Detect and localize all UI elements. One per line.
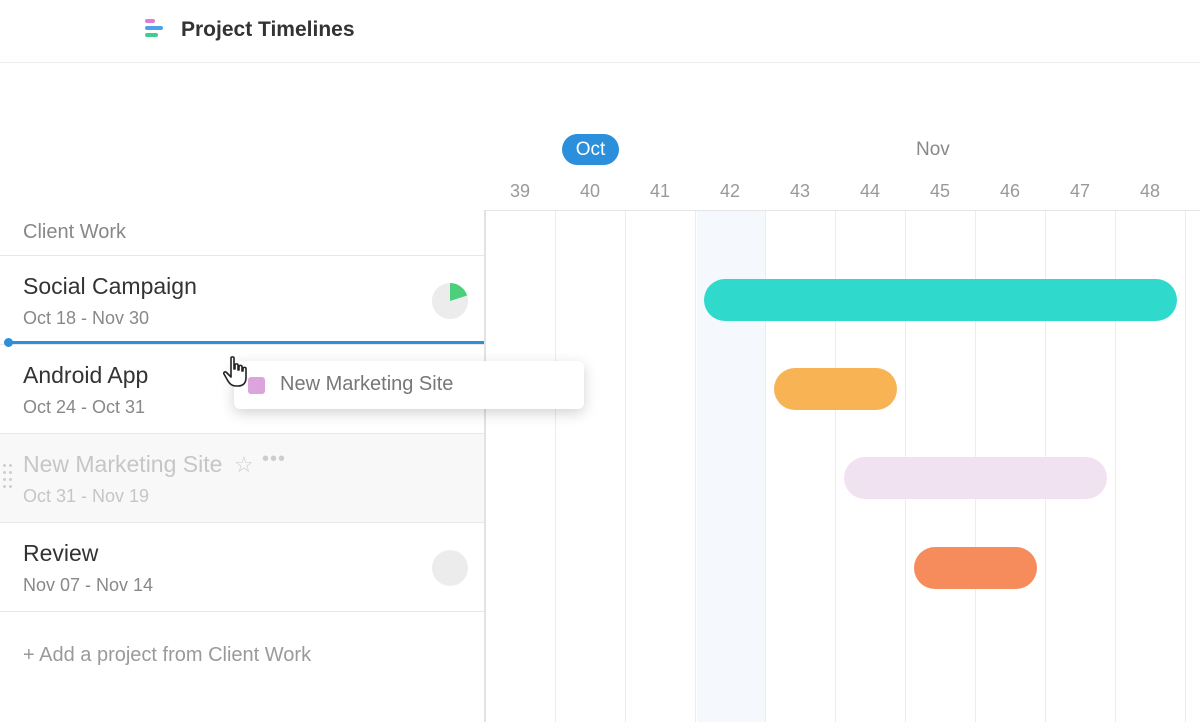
project-dates: Nov 07 - Nov 14 <box>23 575 154 595</box>
week-number: 40 <box>579 181 601 201</box>
group-title: Client Work <box>23 221 126 243</box>
page-title: Project Timelines <box>181 18 355 41</box>
drag-preview-label: New Marketing Site <box>280 373 454 395</box>
more-options-icon[interactable]: ••• <box>262 448 286 471</box>
week-number: 43 <box>789 181 811 201</box>
drop-indicator <box>8 341 484 344</box>
timeline-logo-icon <box>145 19 165 41</box>
project-row-review[interactable]: Review Nov 07 - Nov 14 <box>0 522 484 611</box>
timeline-bar-new-marketing-site[interactable] <box>844 457 1107 499</box>
star-icon[interactable]: ☆ <box>234 452 254 478</box>
project-dates: Oct 18 - Nov 30 <box>23 308 150 328</box>
progress-pie-icon <box>432 283 468 319</box>
project-dates: Oct 31 - Nov 19 <box>23 486 150 506</box>
drag-handle-icon[interactable] <box>3 464 13 488</box>
project-name: Social Campaign <box>23 273 197 299</box>
project-row-new-marketing-site[interactable]: New Marketing Site ☆ ••• Oct 31 - Nov 19 <box>0 433 484 522</box>
project-dates: Oct 24 - Oct 31 <box>23 397 146 417</box>
drag-preview-card[interactable]: New Marketing Site <box>234 361 584 409</box>
hand-cursor-icon <box>222 355 252 389</box>
grid-line <box>555 211 556 722</box>
week-number: 46 <box>999 181 1021 201</box>
week-number: 41 <box>649 181 671 201</box>
project-name: Android App <box>23 362 149 388</box>
drop-indicator-dot <box>4 338 13 347</box>
row-divider <box>0 611 484 612</box>
week-number: 39 <box>509 181 531 201</box>
grid-line <box>625 211 626 722</box>
month-label: Nov <box>916 139 950 160</box>
grid-line <box>1185 211 1186 722</box>
grid-line <box>695 211 696 722</box>
project-row-social-campaign[interactable]: Social Campaign Oct 18 - Nov 30 <box>0 255 484 344</box>
top-bar: Project Timelines <box>0 0 1200 63</box>
week-number: 48 <box>1139 181 1161 201</box>
project-name: New Marketing Site <box>23 451 223 477</box>
week-number: 47 <box>1069 181 1091 201</box>
progress-pie-icon <box>432 550 468 586</box>
week-number: 44 <box>859 181 881 201</box>
project-name: Review <box>23 540 99 566</box>
add-project-link[interactable]: + Add a project from Client Work <box>23 644 311 667</box>
timeline-bar-android-app[interactable] <box>774 368 897 410</box>
timeline-bar-social-campaign[interactable] <box>704 279 1177 321</box>
week-number: 45 <box>929 181 951 201</box>
week-number: 42 <box>719 181 741 201</box>
timeline-bar-review[interactable] <box>914 547 1037 589</box>
month-label-current[interactable]: Oct <box>562 134 619 165</box>
